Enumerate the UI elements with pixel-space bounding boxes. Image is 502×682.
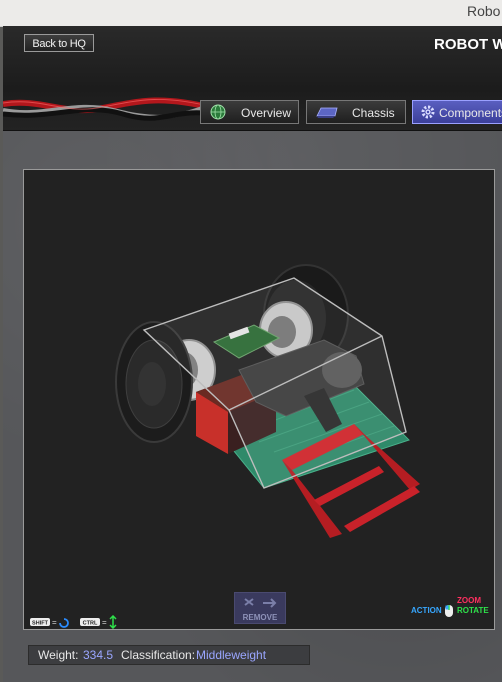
svg-text:=: = [102, 618, 107, 627]
tab-overview-label: Overview [241, 106, 292, 120]
remove-component-button[interactable]: REMOVE [234, 592, 286, 624]
tab-components-label: Components [439, 106, 502, 120]
header-bar: Back to HQ ROBOT W Overview Chassis Comp… [3, 26, 502, 131]
robot-3d-viewport[interactable]: SHIFT = CTRL = REMOVE ZOOM ACTION ROTATE [23, 169, 495, 630]
classification-label: Classification: [121, 648, 196, 662]
window-titlebar: Robo [0, 0, 502, 27]
rotate-label: ROTATE [457, 606, 489, 615]
remove-label: REMOVE [242, 613, 278, 622]
weight-value: 334.5 [83, 648, 114, 662]
chassis-icon [316, 107, 338, 118]
camera-controls-legend: ZOOM ACTION ROTATE [411, 596, 493, 626]
cable-decoration [3, 97, 213, 121]
mouse-icon [445, 605, 453, 617]
tab-chassis[interactable]: Chassis [306, 100, 406, 124]
status-bar: Weight: 334.5 Classification: Middleweig… [28, 645, 310, 665]
shift-key-label: SHIFT [32, 621, 49, 627]
zoom-label: ZOOM [457, 596, 481, 605]
tab-chassis-label: Chassis [352, 106, 395, 120]
remove-arrow-icon [244, 598, 277, 608]
weight-label: Weight: [38, 648, 79, 662]
tab-components[interactable]: Components [412, 100, 502, 124]
app-title: ROBOT W [434, 36, 502, 53]
tab-overview[interactable]: Overview [200, 100, 299, 124]
action-label: ACTION [411, 606, 442, 615]
app-frame: Back to HQ ROBOT W Overview Chassis Comp… [3, 26, 502, 682]
window-title: Robo [467, 3, 501, 19]
key-hints: SHIFT = CTRL = [30, 614, 126, 629]
robot-model[interactable] [24, 170, 494, 629]
ctrl-key-label: CTRL [83, 621, 98, 627]
globe-icon [210, 104, 226, 120]
key-hint-graphic: SHIFT = CTRL = [30, 614, 117, 629]
svg-text:=: = [52, 618, 57, 627]
classification-value: Middleweight [196, 648, 267, 662]
back-to-hq-button[interactable]: Back to HQ [24, 34, 94, 52]
gear-icon [421, 105, 435, 119]
